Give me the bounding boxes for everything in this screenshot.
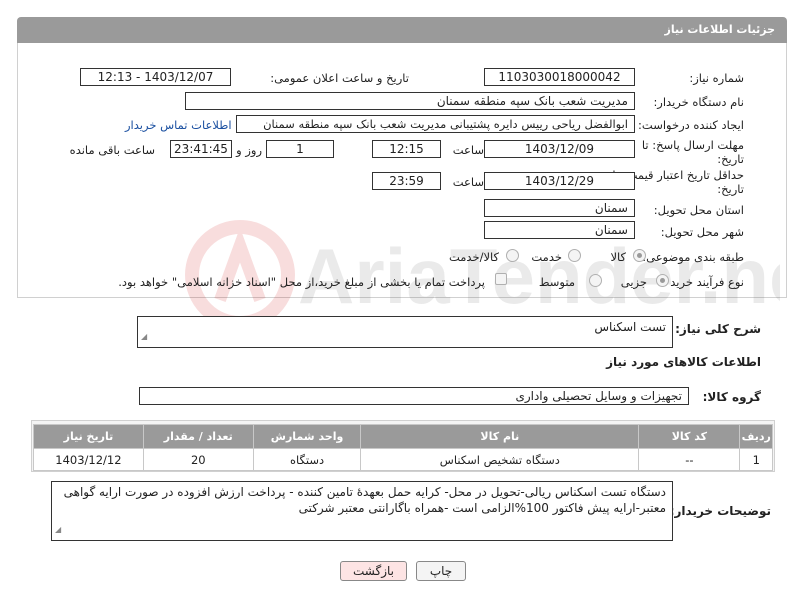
deadline-label: مهلت ارسال پاسخ: تا (641, 138, 744, 152)
validity-date-field: 1403/12/29 (484, 172, 635, 190)
buyer-contact-link[interactable]: اطلاعات تماس خریدار (125, 118, 232, 132)
announce-label: تاریخ و ساعت اعلان عمومی: (270, 71, 409, 85)
category-option-goods-service: کالا/خدمت (448, 250, 499, 264)
payment-note: پرداخت تمام یا بخشی از مبلغ خرید،از محل … (118, 275, 485, 289)
need-number-label: شماره نیاز: (689, 71, 744, 85)
cell-row-no: 1 (739, 448, 773, 471)
remaining-label: ساعت باقی مانده (69, 143, 155, 157)
need-number-field: 1103030018000042 (484, 68, 635, 86)
buyer-org-label: نام دستگاه خریدار: (653, 95, 744, 109)
goods-table: ردیف کد کالا نام کالا واحد شمارش تعداد /… (33, 424, 773, 471)
goods-table-header: ردیف کد کالا نام کالا واحد شمارش تعداد /… (33, 424, 773, 449)
cell-code: -- (638, 448, 741, 471)
buyer-notes-text: دستگاه تست اسکناس ریالی-تحویل در محل- کر… (63, 485, 666, 515)
validity-time-field: 23:59 (372, 172, 441, 190)
resize-handle-icon[interactable]: ◢ (55, 522, 61, 538)
validity-label-date: تاریخ: (717, 182, 744, 196)
deadline-time-label: ساعت (452, 143, 484, 157)
panel-title: جزئیات اطلاعات نیاز (664, 23, 776, 36)
process-radio-minor[interactable] (656, 274, 669, 287)
description-label: شرح کلی نیاز: (675, 322, 761, 336)
validity-time-label: ساعت (452, 175, 484, 189)
buyer-notes-field: دستگاه تست اسکناس ریالی-تحویل در محل- کر… (51, 481, 673, 541)
category-option-service: خدمت (531, 250, 562, 264)
goods-section-title: اطلاعات کالاهای مورد نیاز (606, 355, 761, 369)
goods-group-field: تجهیزات و وسایل تحصیلی واداری (139, 387, 689, 405)
buyer-notes-label: توضیحات خریدار: (669, 504, 771, 518)
category-radio-goods-service[interactable] (506, 249, 519, 262)
deadline-label-date: تاریخ: (717, 152, 744, 166)
process-radio-medium[interactable] (589, 274, 602, 287)
col-header-name: نام کالا (360, 424, 640, 449)
deadline-date-field: 1403/12/09 (484, 140, 635, 158)
cell-name: دستگاه تشخیص اسکناس (360, 448, 640, 471)
cell-quantity: 20 (142, 448, 254, 471)
category-option-goods: کالا (610, 250, 626, 264)
announce-field: 1403/12/07 - 12:13 (80, 68, 231, 86)
city-field: سمنان (484, 221, 635, 239)
process-option-minor: جزیی (620, 275, 647, 289)
col-header-quantity: تعداد / مقدار (142, 424, 254, 449)
process-option-medium: متوسط (538, 275, 575, 289)
payment-checkbox[interactable] (495, 273, 507, 285)
creator-label: ایجاد کننده درخواست: (638, 118, 744, 132)
days-label: روز و (236, 143, 262, 157)
cell-unit: دستگاه (252, 448, 362, 471)
province-field: سمنان (484, 199, 635, 217)
col-header-date: تاریخ نیاز (33, 424, 144, 449)
resize-handle-icon[interactable]: ◢ (141, 329, 147, 345)
print-button[interactable]: چاپ (416, 561, 466, 581)
col-header-unit: واحد شمارش (252, 424, 362, 449)
buyer-org-field: مدیریت شعب بانک سپه منطقه سمنان (185, 92, 635, 110)
remaining-time-field: 23:41:45 (170, 140, 232, 158)
city-label: شهر محل تحویل: (660, 225, 744, 239)
description-text: تست اسکناس (594, 320, 666, 334)
goods-group-label: گروه کالا: (702, 390, 761, 404)
process-label: نوع فرآیند خرید : (662, 275, 744, 289)
category-radio-service[interactable] (568, 249, 581, 262)
category-radio-goods[interactable] (633, 249, 646, 262)
description-field: تست اسکناس ◢ (137, 316, 673, 348)
cell-date: 1403/12/12 (33, 448, 144, 471)
creator-field: ابوالفضل ریاحی رییس دایره پشتیبانی مدیری… (236, 115, 635, 133)
days-field: 1 (266, 140, 334, 158)
panel-header: جزئیات اطلاعات نیاز (17, 17, 787, 43)
back-button[interactable]: بازگشت (340, 561, 407, 581)
deadline-time-field: 12:15 (372, 140, 441, 158)
col-header-code: کد کالا (638, 424, 741, 449)
province-label: استان محل تحویل: (653, 203, 744, 217)
col-header-row-no: ردیف (739, 424, 773, 449)
category-label: طبقه بندی موضوعی: (642, 250, 744, 264)
table-row: 1 -- دستگاه تشخیص اسکناس دستگاه 20 1403/… (33, 448, 773, 471)
